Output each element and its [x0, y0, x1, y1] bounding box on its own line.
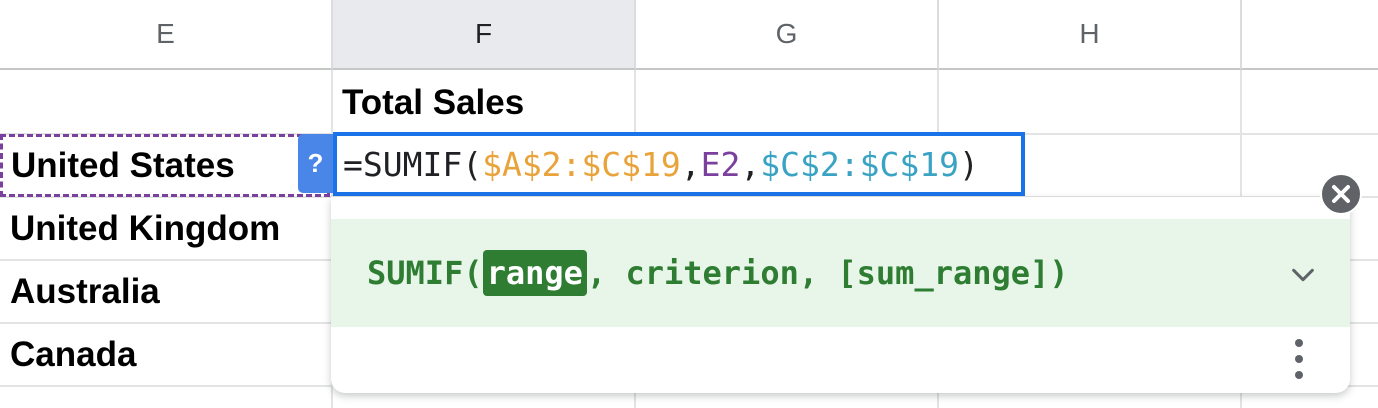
column-header-e[interactable]: E: [0, 0, 333, 70]
column-label: G: [775, 18, 798, 49]
more-vert-icon[interactable]: [1285, 337, 1313, 381]
formula-arg-range: $A$2:$C$19: [482, 144, 681, 184]
formula-separator: ,: [740, 144, 761, 184]
function-signature-row[interactable]: SUMIF(range, criterion, [sum_range]): [331, 219, 1350, 327]
signature-rest: , criterion, [sum_range]): [586, 254, 1069, 292]
column-label: E: [156, 18, 175, 49]
cell-e4[interactable]: Australia: [10, 261, 330, 323]
formula-separator: ,: [680, 144, 701, 184]
column-label: H: [1079, 18, 1100, 49]
formula-prefix: =SUMIF(: [343, 144, 483, 184]
cell-text: Australia: [10, 272, 160, 311]
cell-text: Canada: [10, 335, 137, 374]
cell-f1[interactable]: Total Sales: [342, 72, 632, 134]
cell-text: Total Sales: [342, 83, 525, 122]
cell-text: United Kingdom: [10, 209, 281, 248]
formula-suffix: ): [958, 144, 979, 184]
column-header-g[interactable]: G: [636, 0, 939, 70]
help-badge-text: ?: [307, 148, 324, 178]
signature-function-name: SUMIF(: [367, 254, 483, 292]
help-icon[interactable]: ?: [298, 134, 333, 193]
column-header-h[interactable]: H: [939, 0, 1242, 70]
column-header-next[interactable]: [1242, 0, 1378, 70]
column-label: F: [474, 18, 493, 49]
formula-arg-sum-range: $C$2:$C$19: [760, 144, 959, 184]
close-icon[interactable]: [1320, 173, 1362, 215]
formula-editor[interactable]: =SUMIF($A$2:$C$19, E2, $C$2:$C$19): [333, 132, 1025, 196]
column-header-f[interactable]: F: [333, 0, 636, 70]
cell-text: United States: [11, 145, 235, 185]
cell-e2[interactable]: United States: [0, 134, 330, 197]
formula-help-popup: SUMIF(range, criterion, [sum_range]): [331, 197, 1350, 393]
formula-arg-criterion: E2: [700, 144, 741, 184]
signature-active-param: range: [482, 250, 587, 296]
cell-e3[interactable]: United Kingdom: [10, 198, 330, 260]
cell-e5[interactable]: Canada: [10, 324, 330, 386]
chevron-down-icon[interactable]: [1289, 259, 1317, 287]
